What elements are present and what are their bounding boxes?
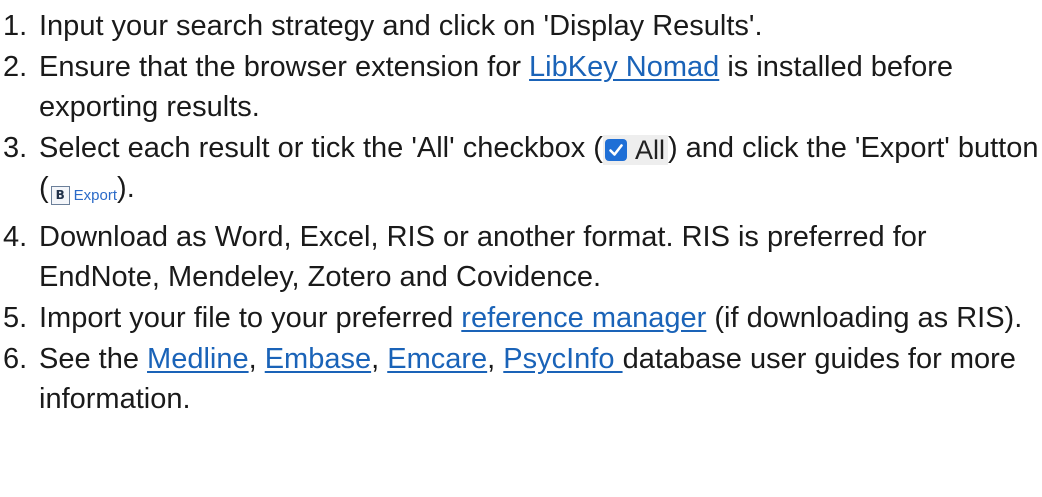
step-text-before: Select each result or tick the 'All' che… (39, 132, 603, 164)
step-text-after: ). (117, 172, 135, 204)
list-item: 1. Input your search strategy and click … (0, 6, 1042, 46)
instruction-list: 1. Input your search strategy and click … (0, 0, 1042, 419)
checkmark-icon (604, 139, 627, 161)
reference-manager-link[interactable]: reference manager (461, 302, 706, 334)
step-text: Download as Word, Excel, RIS or another … (39, 220, 927, 293)
separator: , (487, 342, 504, 375)
psycinfo-link[interactable]: PsycInfo (503, 343, 622, 375)
step-number: 5. (3, 301, 28, 334)
step-number: 2. (3, 51, 28, 83)
export-button-illustration: B Export (50, 176, 118, 216)
all-checkbox-label: All (634, 135, 665, 165)
step-number: 1. (3, 10, 28, 42)
step-text-before: Import your file to your preferred (39, 301, 462, 334)
libkey-nomad-link[interactable]: LibKey Nomad (529, 51, 719, 83)
step-text-before: Ensure that the browser extension for (39, 51, 530, 83)
export-label: Export (73, 186, 118, 204)
emcare-link[interactable]: Emcare (387, 343, 487, 375)
step-text-after: (if downloading as RIS). (706, 301, 1023, 334)
separator: , (371, 342, 388, 375)
list-item: 4. Download as Word, Excel, RIS or anoth… (0, 217, 1042, 297)
step-text-before: See the (39, 342, 148, 375)
export-icon: B (50, 186, 70, 205)
step-number: 3. (3, 132, 28, 164)
list-item: 5. Import your file to your preferred re… (0, 298, 1042, 338)
list-item: 3. Select each result or tick the 'All' … (0, 128, 1042, 216)
embase-link[interactable]: Embase (265, 343, 371, 375)
step-number: 6. (3, 342, 28, 375)
step-text: Input your search strategy and click on … (39, 10, 763, 42)
list-item: 2. Ensure that the browser extension for… (0, 47, 1042, 127)
all-checkbox-illustration: All (602, 135, 668, 165)
medline-link[interactable]: Medline (147, 343, 249, 375)
separator: , (248, 342, 265, 375)
step-number: 4. (3, 220, 28, 253)
list-item: 6. See the Medline, Embase, Emcare, Psyc… (0, 339, 1042, 419)
